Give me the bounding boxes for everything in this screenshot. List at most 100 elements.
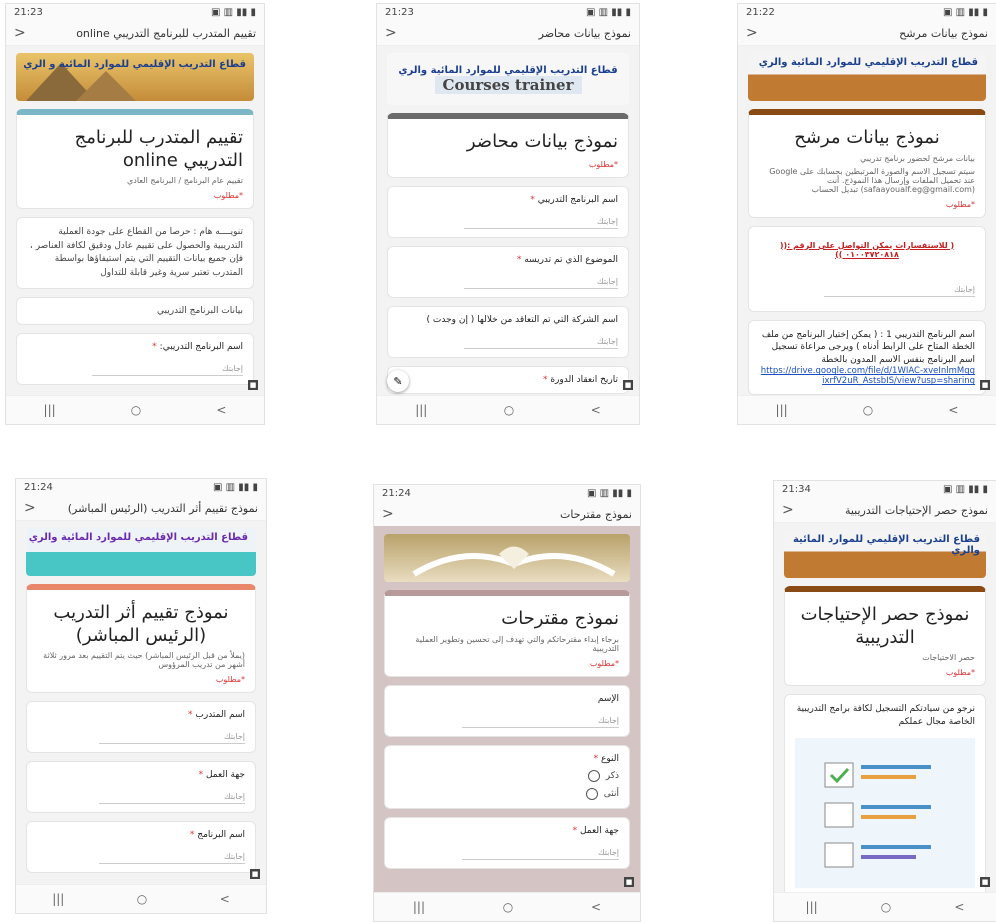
- radio-option[interactable]: ذكر: [395, 769, 619, 782]
- status-bar: 21:23 ▣ ▥ ▮▮ ▮: [6, 4, 264, 21]
- question-label: اسم البرنامج: [197, 830, 245, 840]
- radio-label: أنثى: [603, 788, 619, 799]
- book-banner-image: [384, 534, 630, 582]
- form-header-card: نموذج حصر الإحتياجات التدريبية حصر الاحت…: [784, 586, 986, 686]
- question-label: جهة العمل: [205, 770, 245, 780]
- home-button[interactable]: ○: [137, 892, 147, 906]
- form-header-card: نموذج بيانات محاضر *مطلوب: [387, 113, 629, 178]
- required-note: *مطلوب: [213, 191, 243, 200]
- radio-circle-icon[interactable]: [585, 787, 598, 800]
- status-bar: 21:23 ▣ ▥ ▮▮ ▮: [377, 4, 639, 21]
- form-subtitle: تقييم عام البرنامج / البرنامج العادي: [127, 176, 243, 185]
- answer-input[interactable]: إجابتك: [462, 716, 619, 728]
- answer-input[interactable]: إجابتك: [464, 217, 618, 229]
- banner-subtext: Courses trainer: [434, 75, 582, 94]
- status-icons: ▣ ▥ ▮▮ ▮: [587, 488, 632, 499]
- title-bar: نموذج بيانات محاضر <: [377, 21, 639, 46]
- header-banner: قطاع التدريب الإقليمي للموارد المائية و …: [16, 53, 254, 101]
- form-header-card: نموذج تقييم أثر التدريب (الرئيس المباشر)…: [26, 584, 256, 693]
- answer-input[interactable]: إجابتك: [823, 285, 975, 297]
- radio-label: ذكر: [605, 770, 619, 781]
- form-subtitle: برجاء إبداء مقترحاتكم والتي تهدف إلى تحس…: [415, 634, 619, 653]
- nav-bar: ||| ○ <: [377, 395, 639, 424]
- required-note: *مطلوب: [215, 675, 245, 684]
- answer-input[interactable]: إجابتك: [464, 277, 618, 289]
- question-label: اسم البرنامج التدريبي:: [159, 342, 243, 352]
- back-button[interactable]: <: [220, 892, 230, 906]
- nav-bar: ||| ○ <: [774, 892, 996, 921]
- question-card: نرجو من سيادتكم التسجيل لكافة برامج التد…: [784, 694, 986, 893]
- back-icon[interactable]: <: [782, 502, 794, 518]
- home-button[interactable]: ○: [881, 900, 891, 914]
- question-card: جهة العمل * إجابتك: [384, 816, 630, 869]
- page-title: نموذج بيانات محاضر: [538, 26, 631, 40]
- home-button[interactable]: ○: [863, 403, 873, 417]
- recent-apps-button[interactable]: |||: [413, 900, 425, 914]
- answer-input[interactable]: إجابتك: [99, 732, 245, 744]
- header-banner: قطاع التدريب الإقليمي للموارد المائية وا…: [784, 530, 986, 578]
- form-header-card: نموذج مقترحات برجاء إبداء مقترحاتكم والت…: [384, 590, 630, 677]
- back-icon[interactable]: <: [382, 506, 394, 522]
- radio-circle-icon[interactable]: [587, 769, 600, 782]
- required-note: *مطلوب: [945, 199, 975, 209]
- question-label: تاريخ انعقاد الدورة: [550, 374, 618, 385]
- back-button[interactable]: <: [948, 403, 958, 417]
- question-card: اسم البرنامج التدريبي * إجابتك: [387, 185, 629, 238]
- banner-text: قطاع التدريب الإقليمي للموارد المائية وا…: [28, 532, 248, 543]
- back-button[interactable]: <: [591, 900, 601, 914]
- scroll-indicator-icon: ■: [624, 877, 634, 887]
- recent-apps-button[interactable]: |||: [52, 892, 64, 906]
- header-banner: قطاع التدريب الإقليمي للموارد المائية وا…: [748, 53, 986, 101]
- answer-input[interactable]: إجابتك: [99, 792, 245, 804]
- title-bar: نموذج تقييم أثر التدريب (الرئيس المباشر)…: [16, 496, 266, 521]
- banner-text: قطاع التدريب الإقليمي للموارد المائية وا…: [398, 64, 618, 76]
- header-banner: قطاع التدريب الإقليمي للموارد المائية وا…: [387, 53, 629, 105]
- back-icon[interactable]: <: [14, 25, 26, 41]
- page-title: نموذج مقترحات: [560, 507, 632, 521]
- scroll-indicator-icon: ■: [980, 877, 990, 887]
- phone-screenshot-1: 21:23 ▣ ▥ ▮▮ ▮ تقييم المتدرب للبرنامج ال…: [5, 3, 265, 425]
- status-time: 21:34: [782, 484, 811, 495]
- nav-bar: ||| ○ <: [16, 884, 266, 913]
- title-bar: نموذج حصر الإحتياجات التدريبية <: [774, 498, 996, 523]
- back-icon[interactable]: <: [746, 25, 758, 41]
- question-card: جهة العمل * إجابتك: [26, 761, 256, 813]
- recent-apps-button[interactable]: |||: [44, 403, 56, 417]
- answer-input[interactable]: إجابتك: [464, 337, 618, 349]
- form-header-card: تقييم المتدرب للبرنامج التدريبي online ت…: [16, 109, 254, 209]
- back-button[interactable]: <: [591, 403, 601, 417]
- home-button[interactable]: ○: [504, 403, 514, 417]
- nav-bar: ||| ○ <: [738, 395, 996, 424]
- phone-screenshot-5: 21:24 ▣ ▥ ▮▮ ▮ نموذج مقترحات < نموذج مقت…: [373, 484, 641, 922]
- question-card: الإسم إجابتك: [384, 684, 630, 737]
- recent-apps-button[interactable]: |||: [776, 403, 788, 417]
- back-button[interactable]: <: [954, 900, 964, 914]
- form-title: نموذج حصر الإحتياجات التدريبية: [800, 604, 970, 648]
- notice-card: تنويــــه هام : حرصا من القطاع على جودة …: [16, 217, 254, 289]
- home-button[interactable]: ○: [503, 900, 513, 914]
- back-icon[interactable]: <: [24, 500, 36, 516]
- home-button[interactable]: ○: [131, 403, 141, 417]
- answer-input[interactable]: إجابتك: [99, 852, 245, 864]
- edit-pencil-icon[interactable]: ✎: [387, 370, 409, 392]
- question-card: اسم الشركة التي تم التعاقد من خلالها ( إ…: [387, 305, 629, 358]
- recent-apps-button[interactable]: |||: [806, 900, 818, 914]
- plan-link[interactable]: https://drive.google.com/file/d/1WIAC-xv…: [759, 366, 975, 386]
- status-bar: 21:24 ▣ ▥ ▮▮ ▮: [16, 479, 266, 496]
- radio-option[interactable]: أنثى: [395, 787, 619, 800]
- back-icon[interactable]: <: [385, 25, 397, 41]
- question-label: اسم الشركة التي تم التعاقد من خلالها ( إ…: [426, 314, 619, 325]
- section-title: بيانات البرنامج التدريبي: [157, 306, 243, 316]
- banner-text: قطاع التدريب الإقليمي للموارد المائية و …: [23, 59, 246, 70]
- page-title: نموذج تقييم أثر التدريب (الرئيس المباشر): [67, 501, 258, 515]
- back-button[interactable]: <: [216, 403, 226, 417]
- question-label: جهة العمل: [579, 825, 619, 836]
- recent-apps-button[interactable]: |||: [415, 403, 427, 417]
- form-title: نموذج بيانات مرشح: [794, 127, 940, 148]
- answer-input[interactable]: إجابتك: [91, 364, 243, 376]
- google-account-note: سيتم تسجيل الاسم والصورة المرتبطين بحساب…: [769, 166, 975, 194]
- phone-screenshot-2: 21:23 ▣ ▥ ▮▮ ▮ نموذج بيانات محاضر < قطاع…: [376, 3, 640, 425]
- answer-input[interactable]: إجابتك: [462, 848, 619, 860]
- phone-screenshot-3: 21:22 ▣ ▥ ▮▮ ▮ نموذج بيانات مرشح < قطاع …: [737, 3, 996, 425]
- status-icons: ▣ ▥ ▮▮ ▮: [943, 484, 988, 495]
